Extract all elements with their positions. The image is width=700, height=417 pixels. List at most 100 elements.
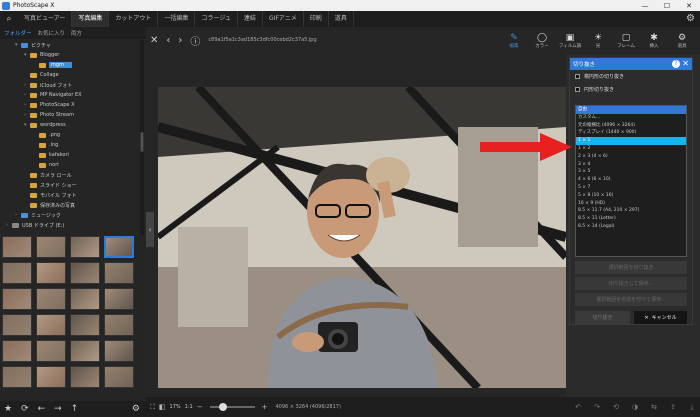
up-arrow-icon[interactable]: ↑ [71,404,79,414]
next-image-icon[interactable]: › [178,35,182,46]
tree-item[interactable]: ▾ ピクチャ [15,40,51,50]
photo-thumbnail[interactable] [36,340,66,362]
tree-item[interactable]: .png [33,130,60,140]
save-icon[interactable]: ⤓ [684,403,700,412]
tree-item[interactable]: › USB ドライブ (E:) [6,220,64,230]
photo-thumbnail[interactable] [104,236,134,258]
compare-icon[interactable]: ◧ [159,403,166,411]
close-panel-icon[interactable]: ✕ [682,59,689,68]
zoom-slider[interactable] [209,403,255,411]
tree-item[interactable]: mgm [33,60,72,70]
photo-thumbnail[interactable] [70,236,100,258]
ratio-option[interactable]: 5 × 7 [576,184,686,192]
ratio-option[interactable]: 8.5 × 14 (Legal) [576,223,686,231]
gear-icon[interactable]: ⚙ [132,404,140,414]
toolbar-button[interactable]: ▣ フィルム調 [556,27,584,54]
photo-thumbnail[interactable] [2,236,32,258]
ratio-option[interactable]: 2 × 3 (4 × 6) [576,153,686,161]
zoom-in-button[interactable]: + [262,403,268,411]
expand-arrow-icon[interactable]: › [6,222,11,228]
tab-print[interactable]: 印刷 [304,11,329,27]
forward-arrow-icon[interactable]: → [54,404,62,414]
share-icon[interactable]: ⇪ [665,403,681,411]
tree-item[interactable]: › Photo Stream [24,110,74,120]
tree-item[interactable]: › MP Navigator EX [24,90,82,100]
ratio-option[interactable]: 8.5 × 11 (Letter) [576,215,686,223]
photo-thumbnail[interactable] [104,314,134,336]
ratio-option[interactable]: 1 × 1 [576,137,686,145]
ellipse-crop-option[interactable]: 楕円形の切り抜き [570,70,692,83]
tree-item[interactable]: .ing [33,140,58,150]
tab-cutout[interactable]: カットアウト [109,11,159,27]
undo-icon[interactable]: ↶ [570,403,586,411]
tab-combine[interactable]: 連結 [238,11,263,27]
photo-thumbnail[interactable] [104,288,134,310]
crop-selection-button[interactable]: 選択範囲を切り抜き [575,261,687,274]
tree-item[interactable]: › iCloud フォト [24,80,72,90]
ratio-option[interactable]: 3 × 4 [576,161,686,169]
photo-thumbnail[interactable] [2,314,32,336]
refresh-icon[interactable]: ⟳ [21,404,29,414]
crop-ok-button[interactable]: 切り抜き [575,311,630,324]
tab-editor[interactable]: 写真編集 [72,11,110,27]
mirror-icon[interactable]: ⇆ [646,403,662,411]
expand-arrow-icon[interactable]: › [24,112,29,118]
ratio-option[interactable]: 4 × 6 (6 × 10) [576,176,686,184]
circle-crop-checkbox[interactable] [575,87,580,92]
circle-crop-option[interactable]: 円形切り抜き [570,83,692,96]
photo-thumbnail[interactable] [70,288,100,310]
photo-thumbnail[interactable] [36,236,66,258]
photo-thumbnail[interactable] [70,366,100,388]
zoom-slider-knob[interactable] [218,403,227,411]
prev-image-icon[interactable]: ‹ [166,35,170,46]
photo-thumbnail[interactable] [36,288,66,310]
maximize-button[interactable]: ☐ [656,0,678,11]
star-icon[interactable]: ★ [4,404,12,414]
tab-viewer[interactable]: 写真ビューアー [18,11,73,27]
ratio-option[interactable]: 1 × 2 [576,145,686,153]
ratio-option[interactable]: 元の縦横比 (4096 × 3264) [576,122,686,130]
photo-thumbnail[interactable] [70,262,100,284]
tab-collage[interactable]: コラージュ [195,11,238,27]
expand-arrow-icon[interactable]: › [24,102,29,108]
photo-thumbnail[interactable] [2,288,32,310]
photo-thumbnail[interactable] [2,262,32,284]
close-button[interactable]: ✕ [678,0,700,11]
ellipse-crop-checkbox[interactable] [575,74,580,79]
zoom-out-button[interactable]: − [197,403,203,411]
collapse-panel-button[interactable]: ‹ [146,212,154,247]
home-logo-icon[interactable]: ⌕ [0,11,18,27]
tab-tools[interactable]: 道具 [329,11,354,27]
ratio-option[interactable]: 自由 [576,106,686,114]
tree-item[interactable]: スライド ショー [24,180,77,190]
minimize-button[interactable]: — [634,0,656,11]
actual-size-button[interactable]: 1:1 [185,404,193,410]
save-selection-as-button[interactable]: 選択範囲を名前を付けて保存... [575,293,687,306]
tree-item[interactable]: ▾ wordpress [24,120,66,130]
tab-favorites[interactable]: お気に入り [38,29,66,37]
revert-icon[interactable]: ⟲ [608,403,624,411]
close-image-icon[interactable]: ✕ [150,35,158,46]
help-icon[interactable]: ? [672,60,680,68]
toolbar-button[interactable]: ✱ 挿入 [640,27,668,54]
ratio-option[interactable]: 3 × 5 [576,168,686,176]
back-arrow-icon[interactable]: ← [38,404,46,414]
photo-thumbnail[interactable] [2,340,32,362]
ratio-option[interactable]: 5 × 8 (10 × 16) [576,192,686,200]
toolbar-button[interactable]: ⚙ 道具 [668,27,696,54]
tab-batch[interactable]: 一括編集 [158,11,196,27]
expand-arrow-icon[interactable]: › [24,92,29,98]
ratio-option[interactable]: 16 × 9 (HD) [576,200,686,208]
tree-item[interactable]: カメラ ロール [24,170,72,180]
ratio-option[interactable]: カスタム... [576,114,686,122]
tree-item[interactable]: ▾ Blogger [24,50,59,60]
photo-thumbnail[interactable] [36,262,66,284]
photo-thumbnail[interactable] [70,314,100,336]
photo-thumbnail[interactable] [36,314,66,336]
tree-scrollbar[interactable] [140,40,144,235]
expand-arrow-icon[interactable]: ▾ [24,52,29,58]
photo-thumbnail[interactable] [104,366,134,388]
tree-item[interactable]: 保存済みの写真 [24,200,75,210]
photo-thumbnail[interactable] [70,340,100,362]
photo-thumbnail[interactable] [104,340,134,362]
